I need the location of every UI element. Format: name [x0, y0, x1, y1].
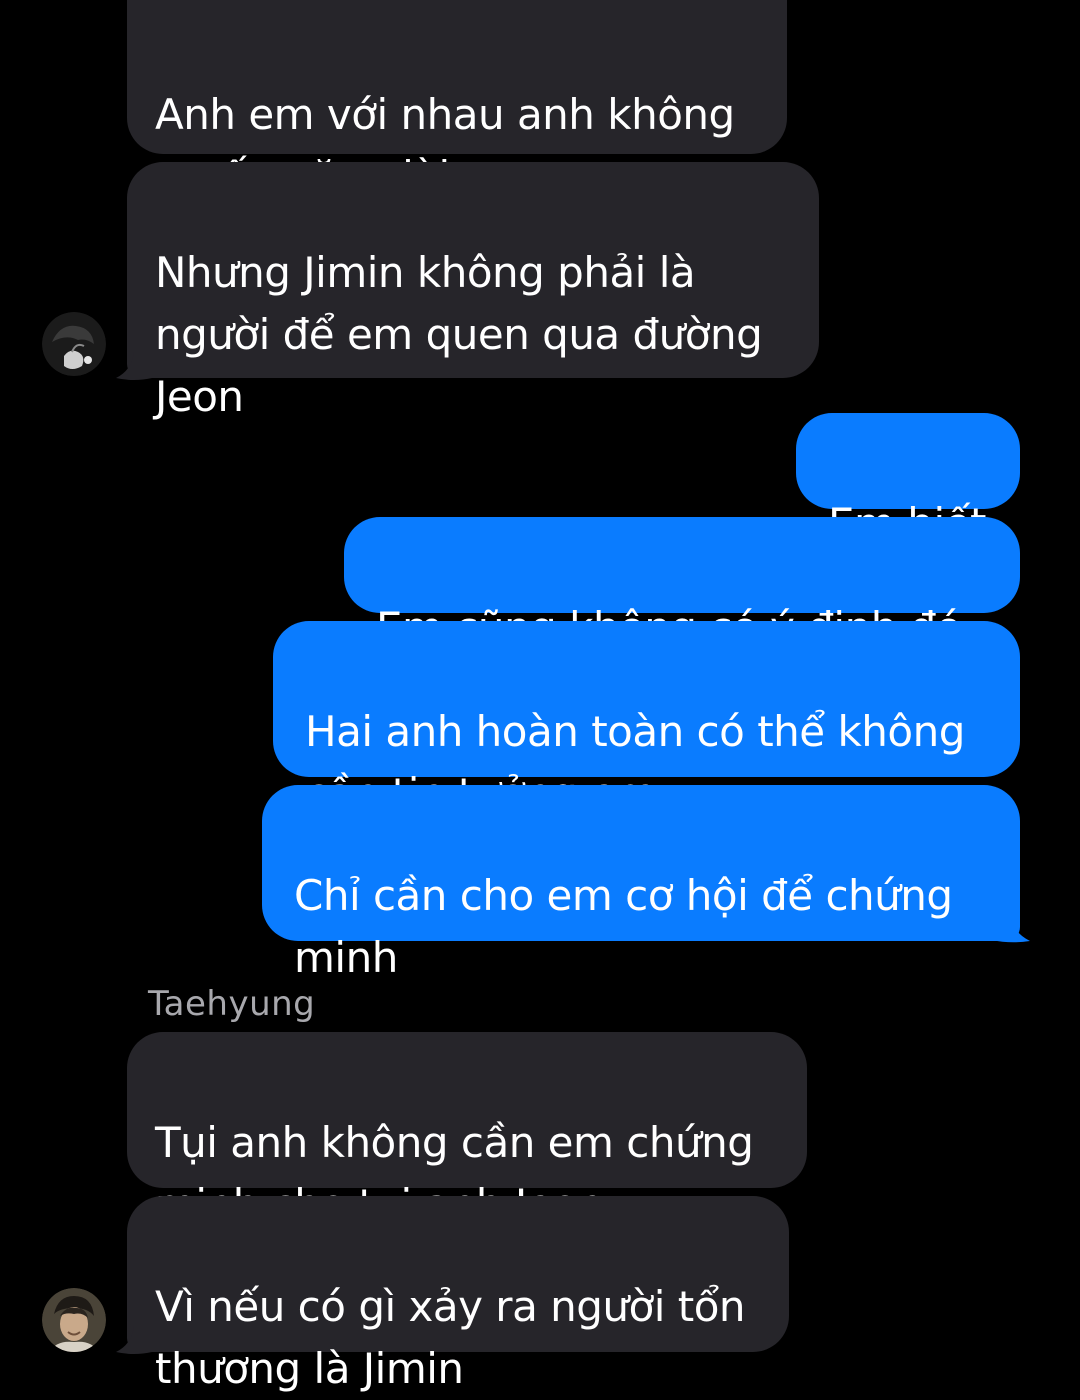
message-bubble-outgoing[interactable]: Em cũng không có ý định đó [344, 517, 1020, 652]
bubble-tail-outgoing [992, 914, 1030, 943]
bubble-tail-incoming [116, 352, 152, 380]
message-text: Chỉ cần cho em cơ hội để chứng minh [294, 871, 953, 982]
contact-avatar[interactable] [42, 312, 106, 376]
avatar-photo-icon [42, 312, 106, 376]
message-text: Vì nếu có gì xảy ra người tổn thương là … [155, 1282, 746, 1393]
message-bubble-outgoing[interactable]: Em biết [796, 413, 1020, 548]
avatar-photo-icon [42, 1288, 106, 1352]
sender-name: Taehyung [148, 984, 316, 1024]
message-bubble-incoming[interactable]: Nhưng Jimin không phải là người để em qu… [127, 162, 819, 421]
message-text: Nhưng Jimin không phải là người để em qu… [155, 248, 763, 421]
contact-avatar[interactable] [42, 1288, 106, 1352]
message-bubble-incoming[interactable]: Anh em với nhau anh không muốn nặng lời [127, 0, 787, 201]
message-bubble-outgoing[interactable]: Chỉ cần cho em cơ hội để chứng minh [262, 785, 1020, 982]
message-bubble-incoming[interactable]: Vì nếu có gì xảy ra người tổn thương là … [127, 1196, 789, 1393]
message-bubble-incoming[interactable]: Tụi anh không cần em chứng minh cho tụi … [127, 1032, 807, 1229]
message-bubble-outgoing[interactable]: Hai anh hoàn toàn có thể không cần tin t… [273, 621, 1020, 818]
bubble-tail-incoming [116, 1326, 152, 1354]
